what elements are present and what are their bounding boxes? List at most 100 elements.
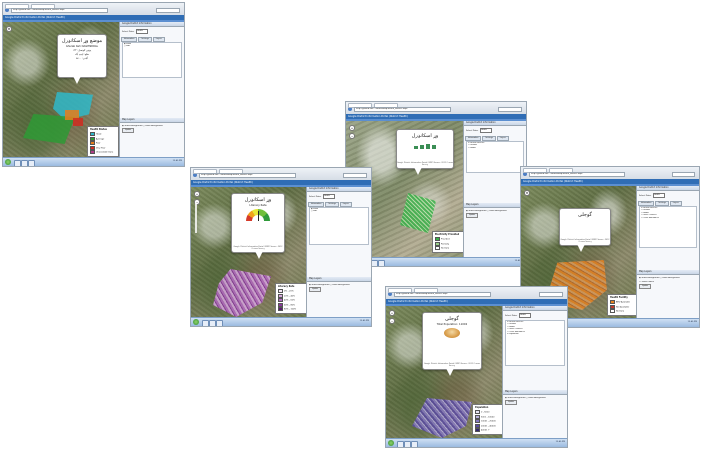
start-orb-icon[interactable] xyxy=(193,319,199,325)
zoom-in-icon[interactable]: + xyxy=(349,125,355,131)
select-label: Select Data: xyxy=(466,129,479,132)
labels-option[interactable]: ☐ Show Labels xyxy=(639,281,697,283)
browser-search-box[interactable] xyxy=(343,173,367,178)
options-box: ◉ Show ○ Hide xyxy=(122,41,182,78)
zoom-out-icon[interactable]: − xyxy=(349,133,355,139)
panel-tabs: Information Settings Layers xyxy=(120,36,184,42)
legend-label: Provided xyxy=(441,238,450,241)
taskbar-app-icon[interactable] xyxy=(28,159,35,166)
panel-tabs: Information Settings Layers xyxy=(307,201,371,207)
radio-show-background[interactable]: ◉ Show Background xyxy=(309,284,329,286)
radio-hide-background[interactable]: ○ Hide Background xyxy=(526,397,546,399)
option-label: Population xyxy=(509,333,519,336)
radio-hide-background[interactable]: ○ Hide Background xyxy=(330,284,350,286)
panel-header: Google District Information xyxy=(464,121,526,126)
option-item[interactable]: ☐ Tehsil Boundaries xyxy=(640,217,696,220)
district-region-very-poor[interactable] xyxy=(73,118,83,126)
tab-layers[interactable]: Layers xyxy=(669,200,682,206)
radio-label: Hide Background xyxy=(145,124,163,127)
radio-show-background[interactable]: ◉ Show Background xyxy=(466,210,486,212)
map-canvas[interactable]: ✥ موضع وړ اسکانډرل Ghulab Keh DAGHNDRAL … xyxy=(3,22,120,158)
radio-hide-background[interactable]: ○ Hide Background xyxy=(660,277,680,279)
browser-search-box[interactable] xyxy=(498,107,522,112)
update-button[interactable]: Update xyxy=(639,283,652,289)
legend-item: 80% - 100% xyxy=(278,307,306,312)
taskbar-app-icon[interactable] xyxy=(397,440,404,447)
tab-settings[interactable]: Settings xyxy=(482,135,496,141)
update-button[interactable]: Update xyxy=(309,286,322,292)
browser-search-box[interactable] xyxy=(671,172,695,177)
tab-layers[interactable]: Layers xyxy=(339,201,352,207)
taskbar-app-icon[interactable] xyxy=(371,259,378,266)
options-box: ◉ Show ○ Hide xyxy=(309,206,369,245)
zoom-in-icon[interactable]: + xyxy=(194,191,200,197)
taskbar: 12:45 PM xyxy=(346,257,526,266)
legend-swatch xyxy=(90,145,95,150)
data-select[interactable]: Health xyxy=(480,128,493,133)
tab-information[interactable]: Information xyxy=(465,135,482,141)
browser-search-box[interactable] xyxy=(539,292,563,297)
radio-label: Show Background xyxy=(507,396,526,399)
radio-show-background[interactable]: ◉ Show Background xyxy=(122,125,142,127)
data-select[interactable]: Health xyxy=(653,193,666,198)
address-bar[interactable]: http://gisweb.eds.../sharedmap/health_di… xyxy=(11,8,109,13)
tab-information[interactable]: Information xyxy=(308,201,325,207)
legend-swatch xyxy=(435,241,440,246)
taskbar-app-icon[interactable] xyxy=(216,319,223,326)
map-canvas[interactable]: + − وړ اسکانډرل Literacy Rate Google Dis… xyxy=(191,187,307,318)
popup-title: موضع وړ اسکانډرل xyxy=(61,38,103,44)
select-row: Select Data: Health xyxy=(466,128,524,133)
option-item[interactable]: ☐ Roads xyxy=(467,147,523,150)
side-panel: Google District Information Select Data:… xyxy=(119,22,184,158)
legend-label: 20% - 40% xyxy=(284,295,295,297)
popup-pointer xyxy=(414,167,422,175)
popup-title: وړ اسکانډرل xyxy=(411,133,439,139)
radio-show-background[interactable]: ◉ Show Background xyxy=(505,397,525,399)
address-bar[interactable]: http://gisweb.eds.../sharedmap/health_di… xyxy=(199,173,296,178)
taskbar-app-icon[interactable] xyxy=(404,440,411,447)
zoom-out-icon[interactable]: − xyxy=(389,318,395,324)
radio-hide[interactable]: ○ Hide xyxy=(310,210,368,213)
taskbar-app-icon[interactable] xyxy=(411,440,418,447)
data-select[interactable]: Health xyxy=(323,194,336,199)
radio-hide-background[interactable]: ○ Hide Background xyxy=(143,125,163,127)
pan-icon[interactable]: ✥ xyxy=(6,26,12,32)
taskbar-app-icon[interactable] xyxy=(202,319,209,326)
taskbar: 12:45 PM xyxy=(191,317,371,326)
option-item[interactable]: ☑ Population xyxy=(506,333,564,336)
tab-settings[interactable]: Settings xyxy=(325,201,339,207)
radio-hide[interactable]: ○ Hide xyxy=(123,45,181,48)
zoom-in-icon[interactable]: + xyxy=(389,310,395,316)
address-bar[interactable]: http://gisweb.eds.../sharedmap/health_di… xyxy=(394,292,492,297)
taskbar-app-icon[interactable] xyxy=(21,159,28,166)
tab-settings[interactable]: Settings xyxy=(655,200,669,206)
radio-hide-background[interactable]: ○ Hide Background xyxy=(487,210,507,212)
tab-layers[interactable]: Layers xyxy=(496,135,509,141)
update-button[interactable]: Update xyxy=(122,127,135,133)
data-select[interactable]: Health xyxy=(136,29,149,34)
map-canvas[interactable]: + − گوجلی Total Population: 11002 Google… xyxy=(386,306,503,439)
data-select[interactable]: Health xyxy=(519,313,532,318)
zoom-slider[interactable] xyxy=(195,203,197,233)
update-button[interactable]: Update xyxy=(505,399,518,405)
select-label: Select Data: xyxy=(122,30,135,33)
tab-layers[interactable]: Layers xyxy=(152,36,165,42)
pan-icon[interactable]: ✥ xyxy=(524,190,530,196)
radio-show-background[interactable]: ◉ Show Background xyxy=(639,277,659,279)
tab-settings[interactable]: Settings xyxy=(138,36,152,42)
tab-information[interactable]: Information xyxy=(121,36,138,42)
screenshot-health-status: http://gisweb.eds.../sharedmap/health_di… xyxy=(2,2,185,167)
start-orb-icon[interactable] xyxy=(5,159,11,165)
browser-search-box[interactable] xyxy=(156,8,180,13)
legend-label: 10001 - 20000 xyxy=(481,420,496,423)
legend-title: Health Facility xyxy=(610,296,628,299)
option-label: Roads xyxy=(470,146,476,149)
address-bar[interactable]: http://gisweb.eds.../sharedmap/health_di… xyxy=(529,172,625,177)
update-button[interactable]: Update xyxy=(466,212,479,218)
start-orb-icon[interactable] xyxy=(388,440,394,446)
taskbar-app-icon[interactable] xyxy=(209,319,216,326)
taskbar-app-icon[interactable] xyxy=(378,259,385,266)
taskbar-app-icon[interactable] xyxy=(14,159,21,166)
address-bar[interactable]: http://gisweb.eds.../sharedmap/health_di… xyxy=(354,107,451,112)
tab-information[interactable]: Information xyxy=(638,200,655,206)
